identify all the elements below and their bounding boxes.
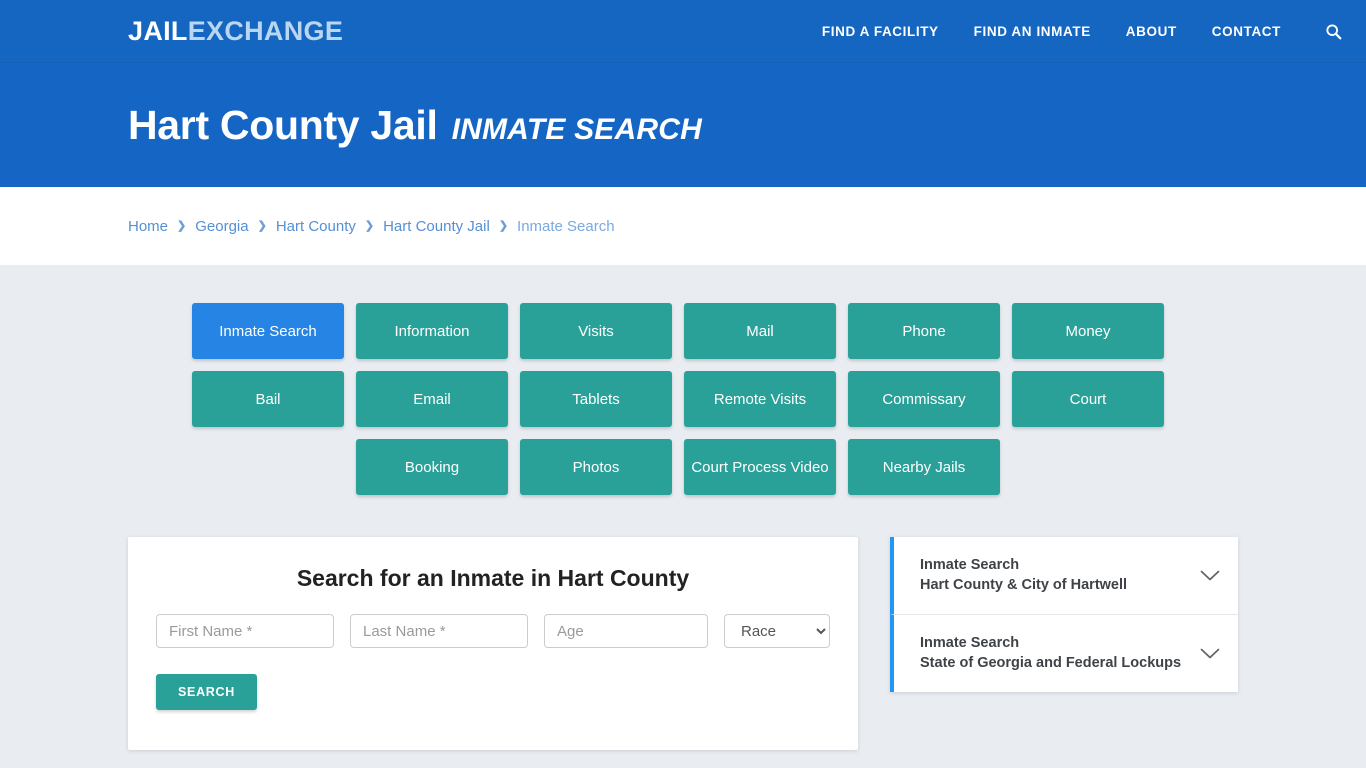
inmate-search-accordion: Inmate Search Hart County & City of Hart… bbox=[890, 537, 1238, 693]
accordion-item-county-search[interactable]: Inmate Search Hart County & City of Hart… bbox=[890, 537, 1238, 616]
breadcrumb-separator-icon: ❯ bbox=[257, 219, 267, 232]
inmate-search-card: Search for an Inmate in Hart County Race… bbox=[128, 537, 858, 750]
tab-money[interactable]: Money bbox=[1012, 303, 1164, 359]
site-header: JAILEXCHANGE FIND A FACILITY FIND AN INM… bbox=[0, 0, 1366, 63]
logo-text-primary: JAIL bbox=[128, 15, 188, 46]
right-column: Inmate Search Hart County & City of Hart… bbox=[890, 537, 1238, 693]
tab-photos[interactable]: Photos bbox=[520, 439, 672, 495]
chevron-down-icon[interactable] bbox=[1200, 570, 1220, 582]
breadcrumb-item-inmate-search[interactable]: Inmate Search bbox=[517, 218, 615, 235]
accordion-item-title: Inmate Search bbox=[920, 635, 1020, 652]
tab-court[interactable]: Court bbox=[1012, 371, 1164, 427]
tab-visits[interactable]: Visits bbox=[520, 303, 672, 359]
page-hero: Hart County Jail INMATE SEARCH bbox=[0, 63, 1366, 187]
content-columns: Search for an Inmate in Hart County Race… bbox=[128, 537, 1238, 768]
page-title-main: Hart County Jail bbox=[128, 101, 438, 148]
accordion-item-text: Inmate Search Hart County & City of Hart… bbox=[920, 556, 1127, 595]
breadcrumb-separator-icon: ❯ bbox=[177, 219, 187, 232]
tab-commissary[interactable]: Commissary bbox=[848, 371, 1000, 427]
main-content: Inmate Search Information Visits Mail Ph… bbox=[0, 265, 1366, 768]
accordion-item-subtitle: State of Georgia and Federal Lockups bbox=[920, 654, 1182, 671]
nav-item-find-an-inmate[interactable]: FIND AN INMATE bbox=[974, 24, 1091, 39]
chevron-down-icon[interactable] bbox=[1200, 648, 1220, 660]
accordion-item-title: Inmate Search bbox=[920, 557, 1020, 573]
accordion-item-text: Inmate Search State of Georgia and Feder… bbox=[920, 634, 1181, 673]
tab-email[interactable]: Email bbox=[356, 371, 508, 427]
age-input[interactable] bbox=[544, 614, 708, 648]
breadcrumb-item-georgia[interactable]: Georgia bbox=[195, 218, 248, 235]
breadcrumb-item-hart-county-jail[interactable]: Hart County Jail bbox=[383, 218, 490, 235]
site-logo[interactable]: JAILEXCHANGE bbox=[128, 16, 343, 47]
search-card-heading: Search for an Inmate in Hart County bbox=[296, 565, 690, 591]
tab-remote-visits[interactable]: Remote Visits bbox=[684, 371, 836, 427]
breadcrumb-separator-icon: ❯ bbox=[498, 219, 509, 232]
breadcrumb-item-home[interactable]: Home bbox=[128, 218, 168, 235]
nav-item-about[interactable]: ABOUT bbox=[1126, 24, 1177, 39]
breadcrumb: Home ❯ Georgia ❯ Hart County ❯ Hart Coun… bbox=[128, 218, 615, 235]
logo-text-secondary: EXCHANGE bbox=[187, 15, 344, 46]
accordion-item-subtitle: Hart County & City of Hartwell bbox=[920, 576, 1128, 593]
tab-inmate-search[interactable]: Inmate Search bbox=[192, 303, 344, 359]
accordion-item-state-federal-search[interactable]: Inmate Search State of Georgia and Feder… bbox=[890, 615, 1238, 693]
left-column: Search for an Inmate in Hart County Race… bbox=[128, 537, 858, 768]
search-fields-row: Race bbox=[156, 614, 830, 648]
race-select[interactable]: Race bbox=[724, 614, 830, 648]
nav-item-contact[interactable]: CONTACT bbox=[1212, 24, 1281, 39]
breadcrumb-separator-icon: ❯ bbox=[364, 219, 375, 232]
main-navigation: FIND A FACILITY FIND AN INMATE ABOUT CON… bbox=[822, 20, 1344, 42]
search-icon[interactable] bbox=[1322, 20, 1344, 42]
tab-mail[interactable]: Mail bbox=[684, 303, 836, 359]
breadcrumb-bar: Home ❯ Georgia ❯ Hart County ❯ Hart Coun… bbox=[0, 187, 1366, 265]
tab-phone[interactable]: Phone bbox=[848, 303, 1000, 359]
tab-court-process-video[interactable]: Court Process Video bbox=[684, 439, 836, 495]
tab-nearby-jails[interactable]: Nearby Jails bbox=[848, 439, 1000, 495]
tab-tablets[interactable]: Tablets bbox=[520, 371, 672, 427]
search-button[interactable]: SEARCH bbox=[156, 674, 257, 710]
tab-bail[interactable]: Bail bbox=[192, 371, 344, 427]
tab-booking[interactable]: Booking bbox=[356, 439, 508, 495]
facility-tab-list: Inmate Search Information Visits Mail Ph… bbox=[128, 303, 1228, 495]
first-name-input[interactable] bbox=[156, 614, 334, 648]
breadcrumb-item-hart-county[interactable]: Hart County bbox=[276, 218, 356, 235]
nav-item-find-a-facility[interactable]: FIND A FACILITY bbox=[822, 24, 939, 39]
tab-information[interactable]: Information bbox=[356, 303, 508, 359]
page-title: Hart County Jail INMATE SEARCH bbox=[128, 102, 702, 149]
last-name-input[interactable] bbox=[350, 614, 528, 648]
page-title-sub: INMATE SEARCH bbox=[451, 112, 702, 146]
